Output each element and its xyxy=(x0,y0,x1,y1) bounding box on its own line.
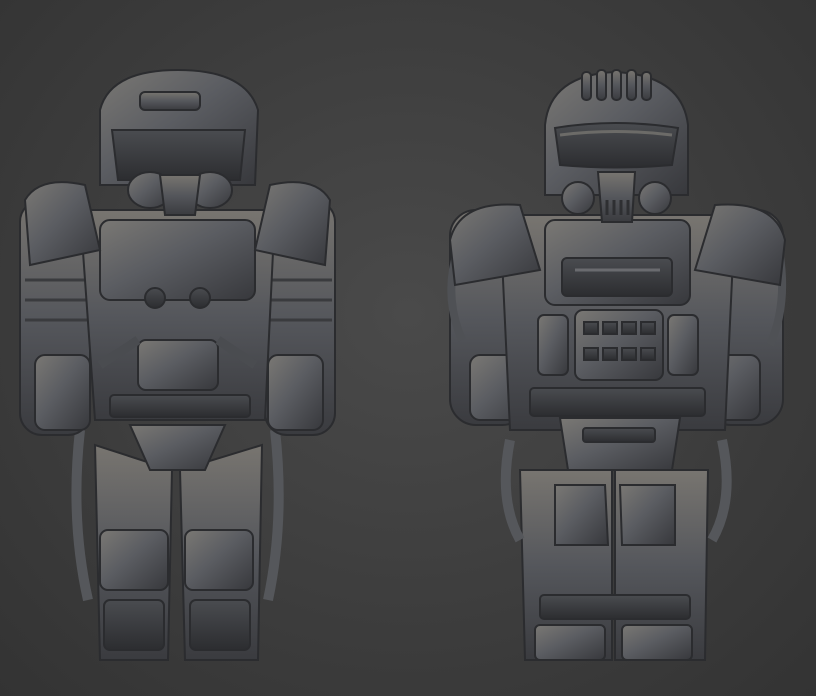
left-figure-torso xyxy=(78,209,277,471)
scene-render xyxy=(19,68,787,661)
render-viewport xyxy=(0,0,816,696)
right-figure-helmet xyxy=(544,69,689,223)
armored-figure-left xyxy=(19,68,336,661)
right-figure-legs xyxy=(500,438,732,661)
armored-figure-right xyxy=(447,69,787,661)
left-figure-helmet xyxy=(99,68,260,216)
